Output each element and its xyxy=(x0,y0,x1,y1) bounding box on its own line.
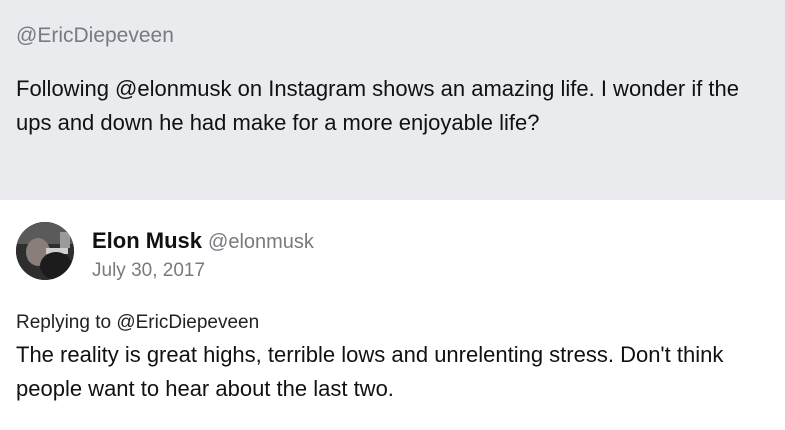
profile-photo-icon xyxy=(16,222,74,280)
reply-tweet-text: The reality is great highs, terrible low… xyxy=(16,342,724,401)
replying-to: Replying to @EricDiepeveen xyxy=(16,312,260,333)
author-handle[interactable]: @elonmusk xyxy=(208,231,314,253)
avatar[interactable] xyxy=(16,222,74,280)
quoted-tweet-text: Following @elonmusk on Instagram shows a… xyxy=(16,76,740,135)
quoted-tweet[interactable]: @EricDiepeveen Following @elonmusk on In… xyxy=(0,0,785,200)
tweet-date[interactable]: July 30, 2017 xyxy=(92,260,205,282)
reply-author-line: Elon Musk @elonmusk xyxy=(92,228,314,254)
quoted-tweet-handle[interactable]: @EricDiepeveen xyxy=(16,24,174,48)
author-name[interactable]: Elon Musk xyxy=(92,228,202,253)
tweet-screenshot: @EricDiepeveen Following @elonmusk on In… xyxy=(0,0,785,430)
